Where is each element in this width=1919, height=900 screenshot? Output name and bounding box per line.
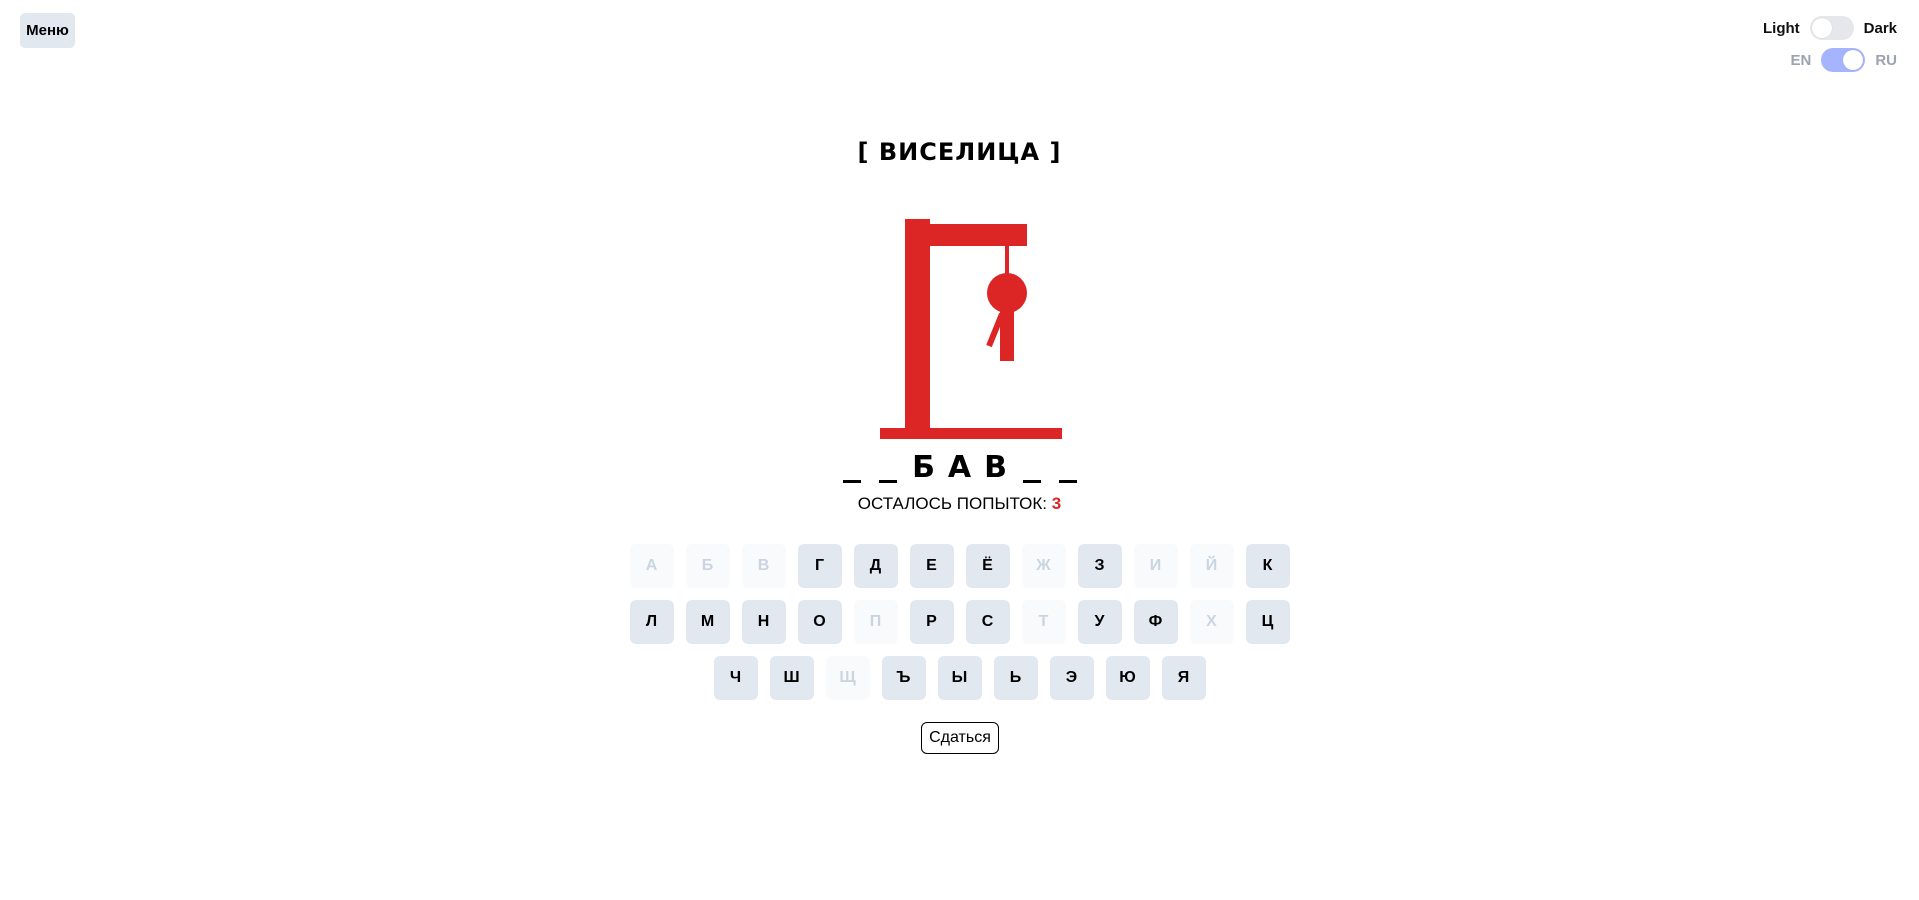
letter-key[interactable]: Р xyxy=(909,600,954,644)
letter-key[interactable]: Ч xyxy=(713,656,758,700)
letter-key[interactable]: Ь xyxy=(993,656,1038,700)
letter-key[interactable]: О xyxy=(797,600,842,644)
letter-key[interactable]: У xyxy=(1077,600,1122,644)
language-switch-knob xyxy=(1843,50,1864,70)
letter-key: Б xyxy=(685,544,730,588)
word-letter: А xyxy=(947,450,972,485)
language-switch[interactable] xyxy=(1821,48,1866,72)
letter-key: А xyxy=(629,544,674,588)
letter-key[interactable]: З xyxy=(1077,544,1122,588)
theme-toggle-row: Light Dark xyxy=(1763,16,1897,40)
theme-switch[interactable] xyxy=(1809,16,1854,40)
letter-key[interactable]: Я xyxy=(1161,656,1206,700)
keyboard-row: ЛМНОПРСТУФХЦ xyxy=(0,600,1919,644)
give-up-button[interactable]: Сдаться xyxy=(921,722,999,754)
letter-key[interactable]: Н xyxy=(741,600,786,644)
game-title: [ ВИСЕЛИЦА ] xyxy=(857,138,1062,166)
keyboard-row: ЧШЩЪЫЬЭЮЯ xyxy=(0,656,1919,700)
letter-key[interactable]: Г xyxy=(797,544,842,588)
language-ru-label: RU xyxy=(1875,51,1897,69)
theme-switch-knob xyxy=(1811,18,1832,38)
word-letter: Б xyxy=(912,450,935,485)
letter-key[interactable]: Л xyxy=(629,600,674,644)
language-en-label: EN xyxy=(1790,51,1812,69)
letter-key[interactable]: Ы xyxy=(937,656,982,700)
letter-key[interactable]: Ф xyxy=(1133,600,1178,644)
attempts-counter: ОСТАЛОСЬ ПОПЫТОК: 3 xyxy=(0,494,1919,514)
attempts-label: ОСТАЛОСЬ ПОПЫТОК: xyxy=(857,494,1047,513)
letter-key[interactable]: Ш xyxy=(769,656,814,700)
letter-key[interactable]: Ю xyxy=(1105,656,1150,700)
word-blank-slot xyxy=(842,450,861,483)
gallows-beam xyxy=(905,224,1027,246)
letter-key[interactable]: С xyxy=(965,600,1010,644)
gallows-post xyxy=(905,219,930,433)
letter-key: Щ xyxy=(825,656,870,700)
word-blank-slot xyxy=(878,450,897,483)
letter-key: П xyxy=(853,600,898,644)
letter-key[interactable]: Э xyxy=(1049,656,1094,700)
letter-key[interactable]: Ё xyxy=(965,544,1010,588)
theme-dark-label: Dark xyxy=(1863,19,1897,37)
menu-button[interactable]: Меню xyxy=(20,13,75,48)
word-letter: В xyxy=(984,450,1007,485)
letter-key[interactable]: Ц xyxy=(1245,600,1290,644)
letter-key[interactable]: М xyxy=(685,600,730,644)
letter-key[interactable]: Д xyxy=(853,544,898,588)
letter-key: Ж xyxy=(1021,544,1066,588)
word-display: БАВ xyxy=(0,450,1919,486)
letter-key[interactable]: Е xyxy=(909,544,954,588)
word-blank-slot xyxy=(1058,450,1077,483)
letter-key: Й xyxy=(1189,544,1234,588)
letter-key: И xyxy=(1133,544,1178,588)
language-toggle-row: EN RU xyxy=(1790,48,1897,72)
gallows-drawing xyxy=(880,219,1062,439)
letter-key[interactable]: К xyxy=(1245,544,1290,588)
keyboard-row: АБВГДЕЁЖЗИЙК xyxy=(0,544,1919,588)
letter-key: Х xyxy=(1189,600,1234,644)
attempts-number: 3 xyxy=(1051,494,1062,513)
letter-key[interactable]: Ъ xyxy=(881,656,926,700)
letter-key: Т xyxy=(1021,600,1066,644)
gallows-rope xyxy=(1005,244,1009,276)
theme-light-label: Light xyxy=(1762,19,1800,37)
word-blank-slot xyxy=(1022,450,1041,483)
hangman-head xyxy=(987,273,1027,313)
letter-key: В xyxy=(741,544,786,588)
